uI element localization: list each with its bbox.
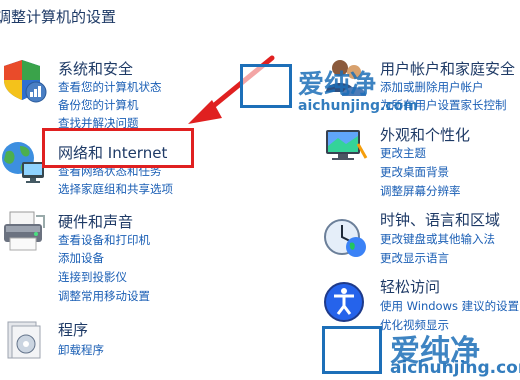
watermark-bottom: 爱纯净 aichunjing.com bbox=[322, 320, 520, 380]
watermark-url-top: aichunjing.com bbox=[298, 98, 418, 114]
link-homegroup[interactable]: 选择家庭组和共享选项 bbox=[58, 181, 173, 197]
link-screen-resolution[interactable]: 调整屏幕分辨率 bbox=[380, 183, 461, 199]
link-view-status[interactable]: 查看您的计算机状态 bbox=[58, 79, 162, 95]
category-title-programs[interactable]: 程序 bbox=[58, 319, 88, 340]
link-change-theme[interactable]: 更改主题 bbox=[380, 145, 426, 161]
link-desktop-background[interactable]: 更改桌面背景 bbox=[380, 164, 449, 180]
category-title-appearance[interactable]: 外观和个性化 bbox=[380, 124, 470, 145]
link-uninstall[interactable]: 卸载程序 bbox=[58, 342, 104, 358]
link-keyboard-input[interactable]: 更改键盘或其他输入法 bbox=[380, 231, 495, 247]
shield-icon[interactable] bbox=[0, 56, 48, 104]
network-globe-icon[interactable] bbox=[0, 140, 48, 186]
page-title: 调整计算机的设置 bbox=[0, 8, 117, 26]
category-title-clock[interactable]: 时钟、语言和区域 bbox=[380, 209, 500, 230]
link-windows-recommended[interactable]: 使用 Windows 建议的设置 bbox=[380, 298, 519, 314]
watermark-brand-top: 爱纯净 bbox=[298, 70, 377, 100]
network-highlight-box bbox=[42, 128, 194, 168]
watermark-top: 爱纯净 aichunjing.com bbox=[240, 64, 418, 124]
clock-globe-icon[interactable] bbox=[322, 215, 370, 259]
link-backup[interactable]: 备份您的计算机 bbox=[58, 97, 139, 113]
link-display-language[interactable]: 更改显示语言 bbox=[380, 250, 449, 266]
appearance-monitor-icon[interactable] bbox=[322, 124, 370, 168]
programs-icon[interactable] bbox=[0, 318, 48, 362]
watermark-url-bottom: aichunjing.com bbox=[390, 358, 520, 378]
link-devices-printers[interactable]: 查看设备和打印机 bbox=[58, 232, 150, 248]
ease-of-access-icon[interactable] bbox=[322, 280, 370, 324]
printer-icon[interactable] bbox=[0, 210, 48, 254]
watermark-logo-icon bbox=[240, 64, 292, 108]
link-projector[interactable]: 连接到投影仪 bbox=[58, 269, 127, 285]
link-add-device[interactable]: 添加设备 bbox=[58, 250, 104, 266]
category-title-system[interactable]: 系统和安全 bbox=[58, 58, 133, 79]
category-title-hardware[interactable]: 硬件和声音 bbox=[58, 211, 133, 232]
link-mobility[interactable]: 调整常用移动设置 bbox=[58, 288, 150, 304]
watermark-logo-icon-bottom bbox=[322, 326, 382, 374]
category-title-users[interactable]: 用户帐户和家庭安全 bbox=[380, 58, 515, 79]
category-title-ease[interactable]: 轻松访问 bbox=[380, 276, 440, 297]
